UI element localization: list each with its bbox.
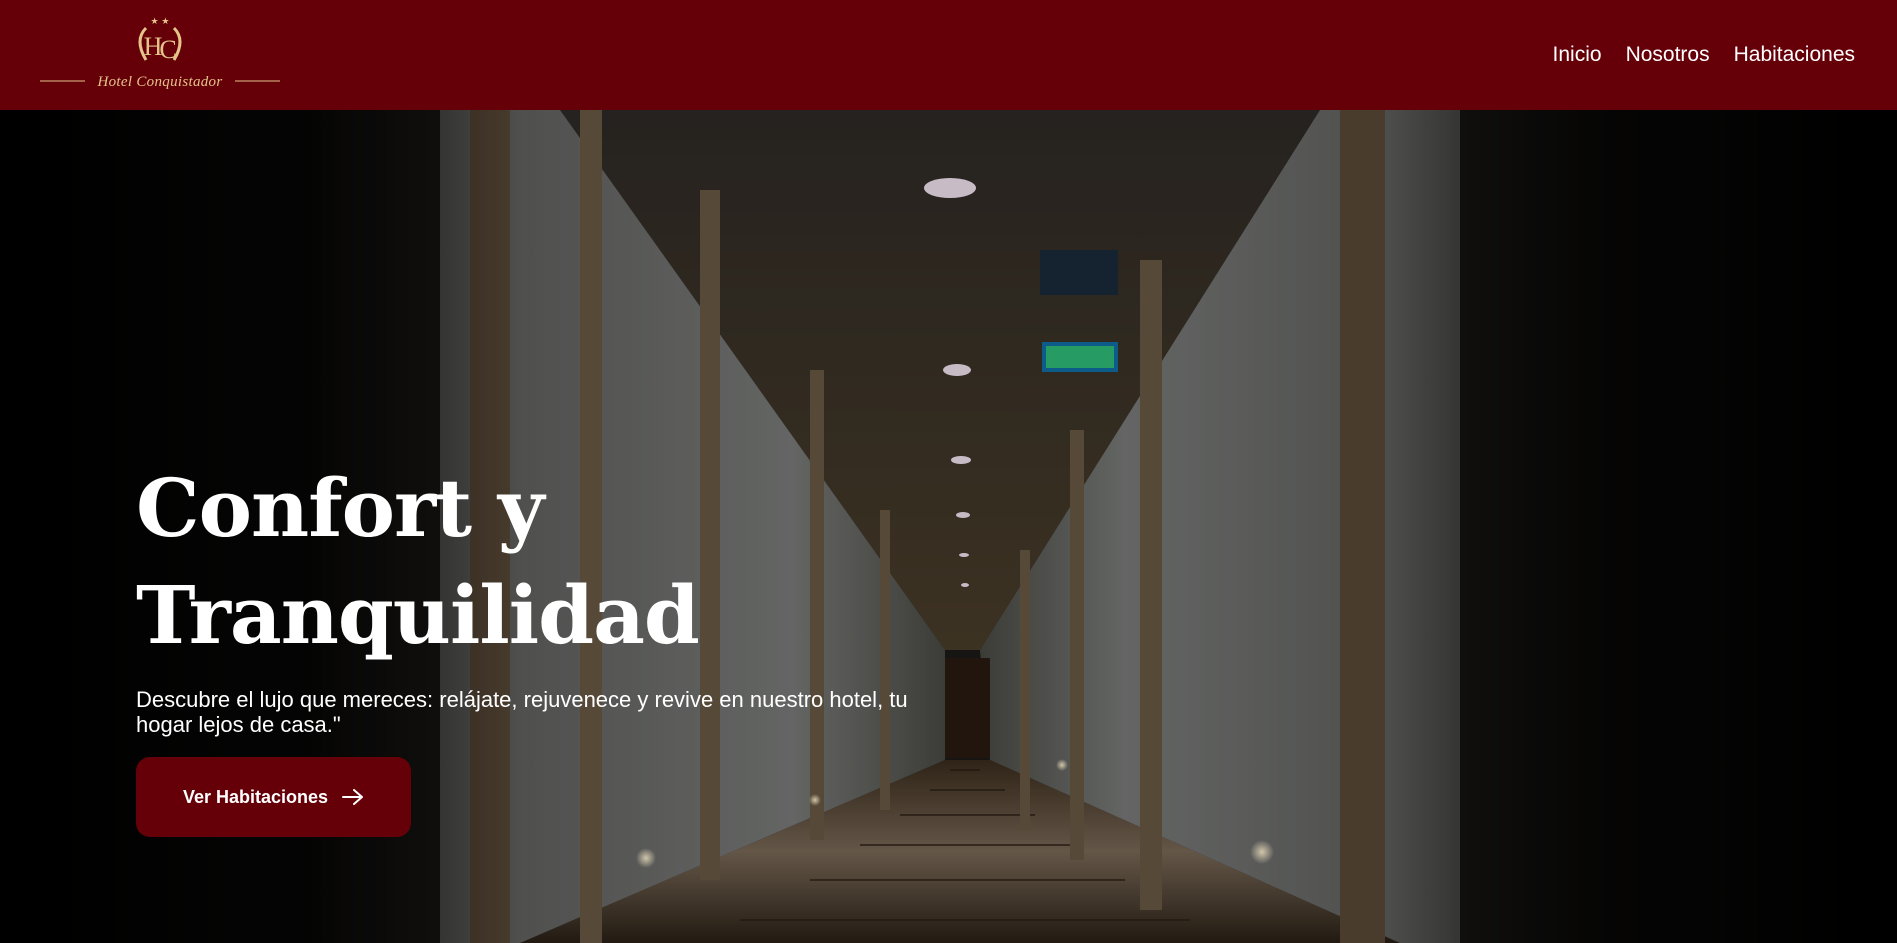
main-nav: Inicio Nosotros Habitaciones — [1553, 43, 1855, 67]
nav-habitaciones[interactable]: Habitaciones — [1734, 43, 1855, 67]
ver-habitaciones-button[interactable]: Ver Habitaciones — [136, 757, 411, 837]
hotel-logo[interactable]: ★ ★ H C Hotel Conquistador — [40, 10, 280, 100]
hero-content: Confort y Tranquilidad Descubre el lujo … — [136, 455, 956, 837]
svg-text:C: C — [159, 35, 176, 64]
nav-inicio[interactable]: Inicio — [1553, 43, 1602, 67]
hotel-name: Hotel Conquistador — [97, 74, 223, 90]
hero-title: Confort y Tranquilidad — [136, 461, 700, 662]
arrow-right-icon — [342, 789, 364, 805]
hero-section: Confort y Tranquilidad Descubre el lujo … — [0, 110, 1897, 943]
svg-text:★ ★: ★ ★ — [151, 17, 170, 27]
cta-label: Ver Habitaciones — [182, 786, 329, 807]
hero-subtitle: Descubre el lujo que mereces: relájate, … — [136, 687, 908, 737]
nav-nosotros[interactable]: Nosotros — [1626, 43, 1710, 67]
site-header: ★ ★ H C Hotel Conquistador Inicio Nosotr… — [0, 0, 1897, 110]
